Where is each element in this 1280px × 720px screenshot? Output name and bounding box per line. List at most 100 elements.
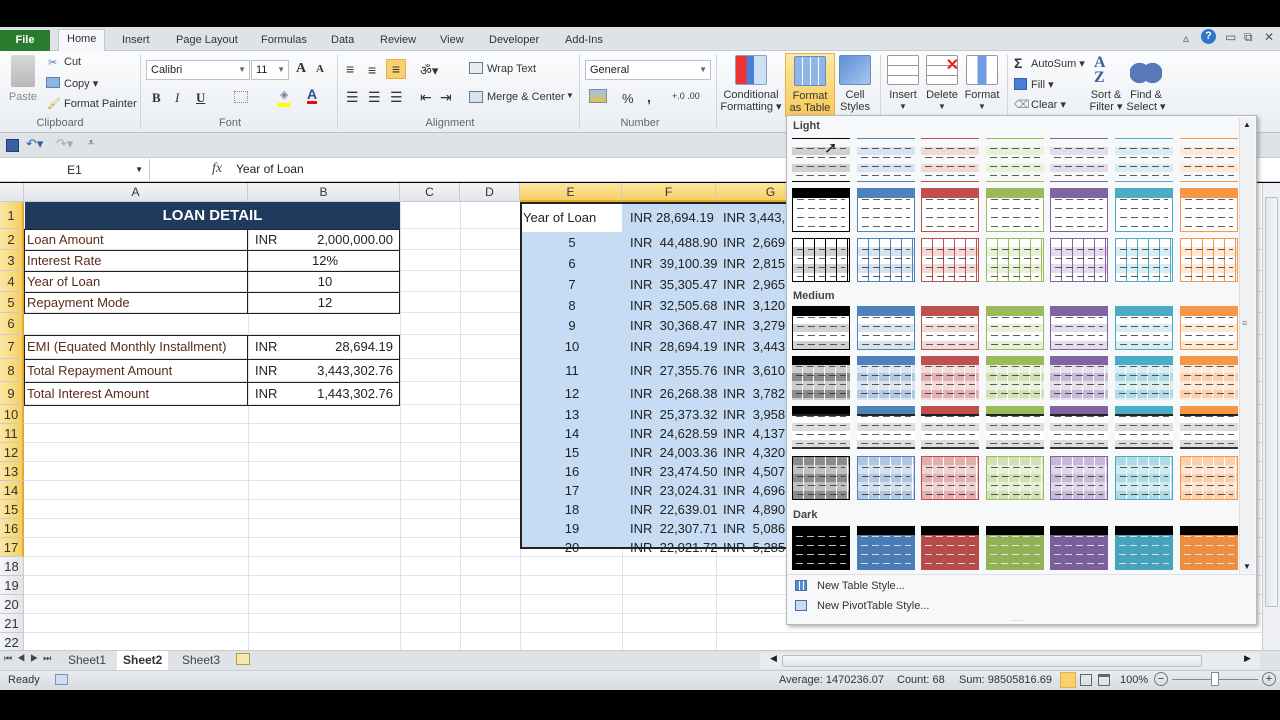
data-table-emi-cell[interactable]: INR 27,355.76 [630,359,717,382]
loan-currency-cell[interactable]: INR [255,229,277,250]
data-table-emi-cell[interactable]: INR 30,368.47 [630,316,717,335]
table-style-swatch[interactable] [1050,188,1109,232]
row-header[interactable]: 5 [0,292,24,313]
table-style-swatch[interactable] [985,138,1044,182]
row-header[interactable]: 8 [0,359,24,382]
page-break-view-icon[interactable] [1098,674,1110,686]
data-table-emi-cell[interactable]: INR 39,100.39 [630,253,717,274]
sheet-tab-3[interactable]: Sheet3 [176,651,226,670]
table-style-swatch[interactable] [1115,406,1173,450]
italic-button[interactable]: I [175,90,179,106]
table-style-swatch[interactable] [1050,406,1109,450]
table-style-swatch[interactable] [985,238,1044,282]
paste-button[interactable]: Paste [6,55,40,103]
data-table-year-cell[interactable]: 16 [522,462,622,481]
table-style-swatch[interactable] [1179,188,1238,232]
merge-center-button[interactable]: Merge & Center [487,91,565,103]
chevron-down-icon[interactable]: ▼ [566,91,574,100]
loan-currency-cell[interactable]: INR [255,335,277,359]
data-table-total-cell[interactable]: INR 3,610,9 [723,359,785,382]
table-style-swatch[interactable] [921,306,980,350]
data-table-year-cell[interactable]: 12 [522,382,622,405]
customize-qat-icon[interactable]: ⩡ [88,137,94,150]
percent-button[interactable]: % [622,91,634,106]
table-style-swatch[interactable] [985,356,1044,400]
save-icon[interactable] [6,139,19,152]
tab-home[interactable]: Home [58,29,106,51]
fill-color-icon[interactable] [277,103,291,107]
data-table-total-cell[interactable]: INR 2,669,3 [723,232,785,253]
scroll-down-icon[interactable]: ▼ [1243,562,1251,571]
data-table-emi-cell[interactable]: INR 23,474.50 [630,462,717,481]
number-format-select[interactable]: General ▼ [585,60,711,80]
align-right-icon[interactable]: ☰ [390,89,403,106]
delete-cells-button[interactable]: ✕ Delete ▼ [922,55,962,113]
zoom-in-icon[interactable]: + [1262,672,1276,686]
row-header[interactable]: 6 [0,313,24,335]
align-top-icon[interactable]: ≡ [346,61,354,77]
tab-developer[interactable]: Developer [481,31,547,51]
table-style-swatch[interactable] [856,306,915,350]
data-table-total-cell[interactable]: INR 3,782,0 [723,382,785,405]
tab-formulas[interactable]: Formulas [253,31,315,51]
align-bottom-icon[interactable]: ≡ [386,59,406,79]
font-name-select[interactable]: Calibri ▼ [146,60,250,80]
table-style-swatch[interactable] [1115,456,1173,500]
table-style-swatch[interactable] [792,526,850,570]
row-header[interactable]: 20 [0,595,24,614]
table-style-swatch[interactable] [921,238,980,282]
row-header[interactable]: 18 [0,557,24,576]
table-style-swatch[interactable] [1050,456,1109,500]
table-style-swatch[interactable] [921,456,980,500]
data-table-emi-cell[interactable]: INR 22,021.72 [630,538,717,557]
row-header[interactable]: 10 [0,405,24,424]
table-style-swatch[interactable] [985,526,1044,570]
data-table-year-cell[interactable]: 6 [522,253,622,274]
orientation-icon[interactable]: ॐ▾ [420,61,438,79]
font-color-icon[interactable]: A [307,87,318,104]
row-header[interactable]: 13 [0,462,24,481]
data-table-year-cell[interactable]: 20 [522,538,622,557]
wrap-text-button[interactable]: Wrap Text [487,63,536,75]
decrease-indent-icon[interactable]: ⇤ [420,89,432,106]
borders-icon[interactable] [234,91,248,103]
data-table-header-e[interactable]: Year of Loan [522,204,622,232]
insert-sheet-icon[interactable] [236,653,250,665]
grow-font-button[interactable]: A [296,61,306,77]
row-header[interactable]: 22 [0,633,24,650]
zoom-slider-thumb[interactable] [1211,672,1219,686]
table-style-swatch[interactable] [1179,526,1238,570]
bold-button[interactable]: B [152,90,161,106]
column-header-b[interactable]: B [248,183,400,202]
table-style-swatch[interactable] [856,456,915,500]
find-select-button[interactable]: Find & Select ▾ [1126,55,1166,113]
table-style-swatch[interactable] [921,188,980,232]
table-style-swatch[interactable] [856,188,915,232]
zoom-out-icon[interactable]: − [1154,672,1168,686]
table-style-swatch[interactable] [792,238,850,282]
table-style-swatch[interactable] [1179,238,1238,282]
loan-label-cell[interactable]: Repayment Mode [27,292,130,313]
loan-value-cell[interactable]: 12% [250,250,400,271]
close-icon[interactable]: ✕ [1264,30,1274,44]
data-table-emi-cell[interactable]: INR 24,003.36 [630,443,717,462]
table-style-swatch[interactable] [921,526,980,570]
data-table-header-g[interactable]: INR 3,443,3 [723,204,785,232]
table-style-swatch[interactable] [1050,238,1109,282]
accounting-format-icon[interactable] [589,89,607,103]
table-style-swatch[interactable] [1179,456,1238,500]
table-style-swatch[interactable] [856,138,915,182]
row-header[interactable]: 17 [0,538,24,557]
table-style-swatch[interactable] [856,238,915,282]
sheet-tab-2[interactable]: Sheet2 [117,651,169,670]
row-header[interactable]: 4 [0,271,24,292]
loan-currency-cell[interactable]: INR [255,382,277,405]
data-table-year-cell[interactable]: 9 [522,316,622,335]
data-table-year-cell[interactable]: 14 [522,424,622,443]
table-style-swatch[interactable] [792,356,850,400]
vertical-scroll-thumb[interactable] [1265,197,1278,607]
data-table-emi-cell[interactable]: INR 28,694.19 [630,335,717,359]
sort-filter-button[interactable]: AZ Sort & Filter ▾ [1086,55,1126,114]
loan-label-cell[interactable]: Year of Loan [27,271,100,292]
loan-label-cell[interactable]: Interest Rate [27,250,101,271]
